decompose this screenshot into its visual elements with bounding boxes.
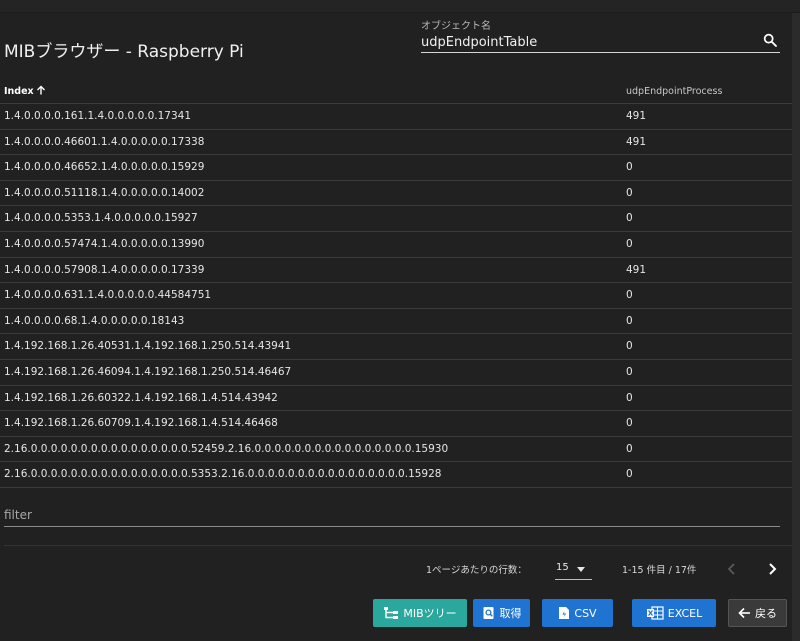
cell-process: 0	[626, 340, 633, 353]
window-top-bar	[0, 0, 800, 13]
filter-underline	[4, 526, 780, 527]
cell-index: 1.4.0.0.0.0.46601.1.4.0.0.0.0.0.17338	[4, 135, 205, 148]
cell-index: 1.4.0.0.0.0.161.1.4.0.0.0.0.0.17341	[4, 110, 192, 122]
cell-process: 0	[626, 468, 633, 481]
back-button-label: 戻る	[755, 607, 777, 620]
cell-process: 491	[626, 110, 647, 122]
cell-process: 0	[626, 289, 633, 302]
table-row[interactable]: 1.4.192.168.1.26.60709.1.4.192.168.1.4.5…	[0, 411, 792, 437]
get-button[interactable]: 取得	[473, 599, 530, 627]
cell-process: 491	[626, 263, 647, 276]
table-row[interactable]: 1.4.0.0.0.0.161.1.4.0.0.0.0.0.17341 491	[0, 104, 792, 130]
cell-process: 0	[626, 391, 633, 404]
arrow-left-icon	[738, 607, 750, 619]
table-row[interactable]: 2.16.0.0.0.0.0.0.0.0.0.0.0.0.0.0.0.0.524…	[0, 437, 792, 463]
table-row[interactable]: 1.4.192.168.1.26.46094.1.4.192.168.1.250…	[0, 360, 792, 386]
cell-index: 1.4.0.0.0.0.5353.1.4.0.0.0.0.0.15927	[4, 212, 198, 225]
cell-index: 1.4.0.0.0.0.51118.1.4.0.0.0.0.0.14002	[4, 186, 205, 199]
cell-index: 1.4.192.168.1.26.46094.1.4.192.168.1.250…	[4, 365, 292, 378]
cell-process: 0	[626, 314, 633, 327]
cell-index: 1.4.0.0.0.0.631.1.4.0.0.0.0.0.44584751	[4, 289, 212, 302]
table-row[interactable]: 2.16.0.0.0.0.0.0.0.0.0.0.0.0.0.0.0.0.535…	[0, 462, 792, 488]
table-row[interactable]: 1.4.0.0.0.0.631.1.4.0.0.0.0.0.44584751 0	[0, 283, 792, 309]
pagination-divider	[4, 545, 792, 546]
chevron-right-icon[interactable]	[765, 562, 779, 576]
excel-icon	[646, 606, 664, 620]
object-name-underline	[421, 52, 780, 53]
rows-per-page-select[interactable]: 15	[555, 558, 592, 580]
chevron-left-icon[interactable]	[725, 562, 739, 576]
cell-process: 491	[626, 135, 647, 148]
table-row[interactable]: 1.4.0.0.0.0.5353.1.4.0.0.0.0.0.15927 0	[0, 206, 792, 232]
cell-process: 0	[626, 186, 633, 199]
cell-index: 1.4.0.0.0.0.57474.1.4.0.0.0.0.0.13990	[4, 237, 205, 250]
cell-process: 0	[626, 442, 633, 455]
rows-per-page-value: 15	[556, 562, 569, 573]
table-row[interactable]: 1.4.0.0.0.0.57474.1.4.0.0.0.0.0.13990 0	[0, 232, 792, 258]
cell-process: 0	[626, 212, 633, 225]
cell-process: 0	[626, 417, 633, 430]
object-name-label: オブジェクト名	[421, 21, 491, 32]
cell-index: 1.4.192.168.1.26.40531.1.4.192.168.1.250…	[4, 340, 292, 353]
table-row[interactable]: 1.4.0.0.0.0.57908.1.4.0.0.0.0.0.17339 491	[0, 258, 792, 284]
table-body: 1.4.0.0.0.0.161.1.4.0.0.0.0.0.17341 491 1…	[0, 104, 792, 488]
arrow-up-icon	[36, 85, 45, 95]
cell-index: 1.4.0.0.0.0.68.1.4.0.0.0.0.0.18143	[4, 314, 185, 327]
mib-tree-button[interactable]: MIBツリー	[373, 599, 467, 627]
table-row[interactable]: 1.4.0.0.0.0.68.1.4.0.0.0.0.0.18143 0	[0, 309, 792, 335]
column-header-index[interactable]: Index	[4, 80, 46, 103]
cell-index: 1.4.0.0.0.0.46652.1.4.0.0.0.0.0.15929	[4, 161, 205, 174]
excel-button-label: EXCEL	[667, 606, 703, 620]
table-row[interactable]: 1.4.192.168.1.26.40531.1.4.192.168.1.250…	[0, 334, 792, 360]
cell-process: 0	[626, 161, 633, 174]
table-row[interactable]: 1.4.192.168.1.26.60322.1.4.192.168.1.4.5…	[0, 386, 792, 412]
pagination-range: 1-15 件目 / 17件	[622, 565, 697, 576]
table-row[interactable]: 1.4.0.0.0.0.51118.1.4.0.0.0.0.0.14002 0	[0, 181, 792, 207]
back-button[interactable]: 戻る	[728, 599, 787, 627]
table-row[interactable]: 1.4.0.0.0.0.46652.1.4.0.0.0.0.0.15929 0	[0, 155, 792, 181]
column-header-process[interactable]: udpEndpointProcess	[626, 80, 722, 103]
search-icon[interactable]	[762, 32, 778, 48]
rows-per-page-label: 1ページあたりの行数：	[426, 565, 527, 576]
csv-button[interactable]: CSV	[542, 599, 613, 627]
search-document-icon	[483, 607, 493, 619]
cell-index: 1.4.0.0.0.0.57908.1.4.0.0.0.0.0.17339	[4, 263, 205, 276]
cell-index: 1.4.192.168.1.26.60709.1.4.192.168.1.4.5…	[4, 417, 278, 430]
cell-index: 1.4.192.168.1.26.60322.1.4.192.168.1.4.5…	[4, 391, 278, 404]
cell-process: 0	[626, 237, 633, 250]
caret-down-icon	[577, 567, 585, 572]
column-header-index-label: Index	[4, 86, 34, 97]
right-strip	[792, 13, 800, 641]
cell-index: 2.16.0.0.0.0.0.0.0.0.0.0.0.0.0.0.0.0.535…	[4, 468, 442, 481]
csv-button-label: CSV	[574, 606, 597, 620]
filter-input[interactable]	[4, 506, 764, 524]
excel-button[interactable]: EXCEL	[632, 599, 716, 627]
object-name-input[interactable]	[421, 32, 759, 52]
tree-icon	[384, 607, 399, 619]
mib-tree-button-label: MIBツリー	[403, 607, 457, 620]
get-button-label: 取得	[499, 607, 522, 620]
csv-file-icon	[559, 607, 570, 619]
cell-process: 0	[626, 365, 633, 378]
cell-index: 2.16.0.0.0.0.0.0.0.0.0.0.0.0.0.0.0.0.524…	[4, 442, 449, 455]
table-row[interactable]: 1.4.0.0.0.0.46601.1.4.0.0.0.0.0.17338 491	[0, 130, 792, 156]
page-title: MIBブラウザー - Raspberry Pi	[4, 42, 244, 62]
